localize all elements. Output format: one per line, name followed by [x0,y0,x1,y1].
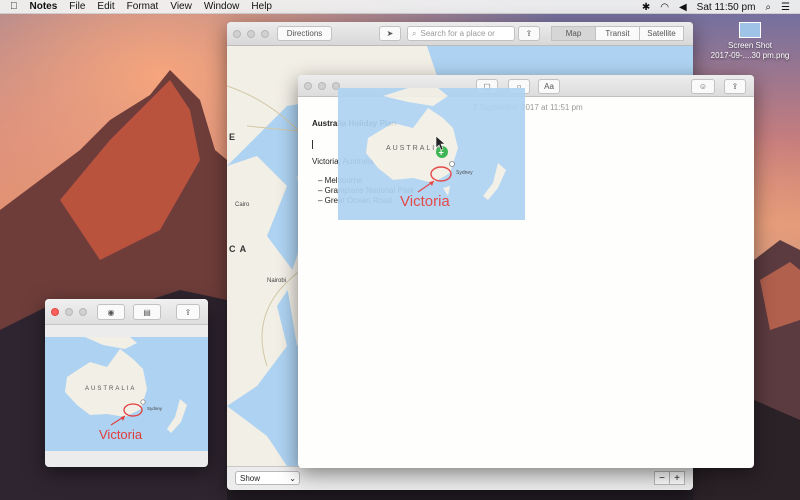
quicklook-map-image: AUSTRALIA Sydney Victoria [45,337,208,451]
desktop-file-icon[interactable]: Screen Shot 2017-09-....30 pm.png [700,22,800,61]
toolbox-icon: ▤ [143,308,151,317]
share-icon: ⇪ [185,308,192,317]
eye-button[interactable]: ◉ [97,304,125,320]
image-country-label: AUSTRALIA [386,145,443,152]
chevron-down-icon: ⌄ [289,474,296,483]
zoom-control: − + [655,471,685,485]
volume-icon[interactable]: ◀ [679,2,687,13]
format-icon: Aa [544,82,554,91]
show-dropdown[interactable]: Show ⌄ [235,471,300,485]
map-label-ca: C A [229,244,247,254]
search-icon: ⌕ [412,29,416,39]
eye-icon: ◉ [108,308,115,317]
quicklook-window-controls [51,308,87,316]
map-label-e: E [229,132,236,142]
dragged-map-image[interactable]: AUSTRALIA Sydney Victoria + [338,88,525,220]
show-dropdown-label: Show [240,474,260,483]
search-placeholder: Search for a place or [420,29,494,38]
quicklook-window: ◉ ▤ ⇪ AUSTRALIA Sydney Victoria [45,299,208,467]
notes-share-button[interactable]: ⇪ [724,79,746,94]
maps-window-controls [233,30,269,38]
zoom-button[interactable] [79,308,87,316]
maps-bottom-bar: Show ⌄ − + [227,466,693,490]
menu-view[interactable]: View [170,1,192,12]
quicklook-titlebar[interactable]: ◉ ▤ ⇪ [45,299,208,325]
minimize-button[interactable] [65,308,73,316]
quicklook-city-label: Sydney [147,406,163,411]
close-button[interactable] [233,30,241,38]
close-button[interactable] [304,82,312,90]
map-mode-segmented-control: Map Transit Satellite [552,26,684,41]
screenshot-thumbnail-icon [739,22,761,38]
menu-edit[interactable]: Edit [97,1,114,12]
format-button[interactable]: Aa [538,79,560,94]
menu-help[interactable]: Help [251,1,272,12]
notes-window-controls [304,82,340,90]
quicklook-share-button[interactable]: ⇪ [176,304,200,320]
close-button[interactable] [51,308,59,316]
location-arrow-icon: ➤ [387,29,394,38]
map-label-cairo: Cairo [235,202,249,208]
bluetooth-icon[interactable]: ✱ [642,2,650,13]
menu-clock[interactable]: Sat 11:50 pm [697,2,756,13]
image-city-label: Sydney [456,170,473,176]
add-people-button[interactable]: ☺ [691,79,715,94]
menu-window[interactable]: Window [204,1,240,12]
desktop-file-name-line1: Screen Shot [700,41,800,51]
menu-format[interactable]: Format [127,1,159,12]
quicklook-annotation: Victoria [99,427,143,442]
menu-bar:  Notes File Edit Format View Window Hel… [0,0,800,14]
zoom-button[interactable] [261,30,269,38]
search-field[interactable]: ⌕ Search for a place or [407,26,515,41]
desktop-file-name-line2: 2017-09-....30 pm.png [700,51,800,61]
zoom-out-button[interactable]: − [654,471,670,485]
text-cursor [312,140,313,149]
maps-titlebar[interactable]: Directions ➤ ⌕ Search for a place or ⇪ M… [227,22,693,46]
notification-center-icon[interactable]: ☰ [781,2,790,13]
share-button[interactable]: ⇪ [518,26,540,41]
directions-button[interactable]: Directions [277,26,332,41]
tab-map[interactable]: Map [551,26,596,41]
share-icon: ⇪ [526,29,533,38]
markup-toolbox-button[interactable]: ▤ [133,304,161,320]
quicklook-country-label: AUSTRALIA [85,386,136,392]
tab-transit[interactable]: Transit [595,26,640,41]
share-icon: ⇪ [732,82,739,91]
wifi-icon[interactable]: ◠ [660,2,669,13]
current-location-button[interactable]: ➤ [379,26,401,41]
map-label-nairobi: Nairobi [267,278,286,284]
apple-icon[interactable]:  [10,1,18,12]
spotlight-icon[interactable]: ⌕ [765,2,771,13]
add-people-icon: ☺ [699,82,707,91]
image-annotation: Victoria [400,193,450,210]
minimize-button[interactable] [247,30,255,38]
minimize-button[interactable] [318,82,326,90]
menu-app-name[interactable]: Notes [30,1,58,12]
menu-file[interactable]: File [69,1,85,12]
zoom-in-button[interactable]: + [669,471,685,485]
tab-satellite[interactable]: Satellite [639,26,684,41]
